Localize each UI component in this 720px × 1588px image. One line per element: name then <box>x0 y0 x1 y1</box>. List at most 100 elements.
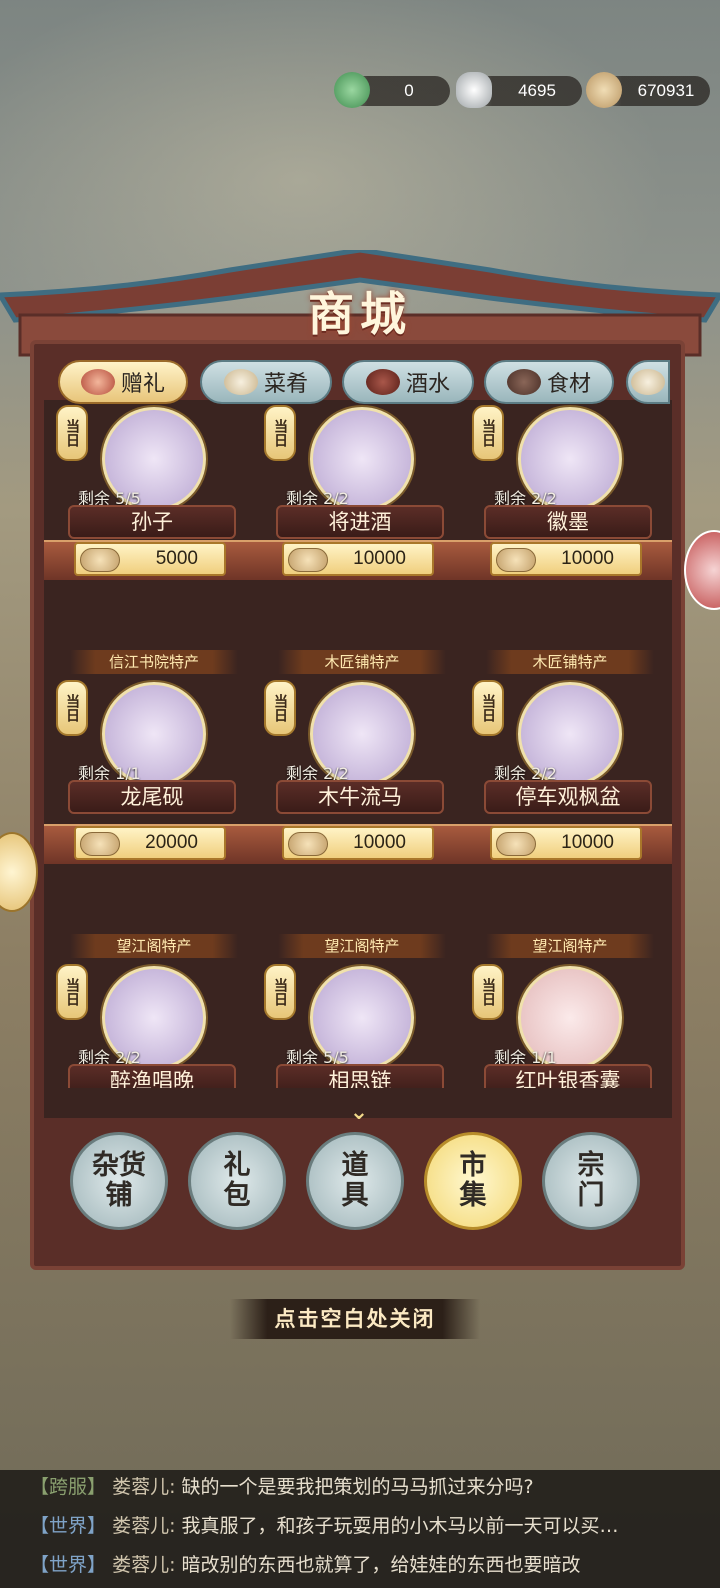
chat-user: 娄蓉儿: <box>112 1554 176 1576</box>
tab-ingredients[interactable]: 食材 <box>484 360 614 404</box>
specialty-label: 木匠铺特产 <box>278 650 446 674</box>
gift-box-icon <box>80 369 115 395</box>
row-3-clip: 望江阁特产 当日 剩余 2/2 醉渔唱晚 望江阁特产 当日 剩余 5/5 相思链… <box>44 930 672 1088</box>
nav-market[interactable]: 市集 <box>424 1132 522 1230</box>
shop-item[interactable]: 当日 剩余 2/2 徽墨 <box>466 405 666 565</box>
chat-message: 【世界】 娄蓉儿: 暗改别的东西也就算了，给娃娃的东西也要暗改 <box>30 1550 720 1580</box>
nav-sect[interactable]: 宗门 <box>542 1132 640 1230</box>
specialty-label: 望江阁特产 <box>70 934 238 958</box>
chat-text: 暗改别的东西也就算了，给娃娃的东西也要暗改 <box>181 1554 581 1576</box>
daily-badge: 当日 <box>56 964 88 1020</box>
item-name: 徽墨 <box>484 505 652 539</box>
item-name: 红叶银香囊 <box>484 1064 652 1088</box>
chat-message: 【跨服】 娄蓉儿: 缺的一个是要我把策划的马马抓过来分吗? <box>30 1472 720 1502</box>
pot-icon <box>506 369 541 395</box>
daily-badge: 当日 <box>472 964 504 1020</box>
coin-currency: 670931 <box>586 72 710 108</box>
daily-badge: 当日 <box>56 680 88 736</box>
shop-item[interactable]: 木匠铺特产 当日 剩余 2/2 停车观枫盆 <box>466 650 666 840</box>
tab-label: 菜肴 <box>263 372 308 397</box>
jade-value: 0 <box>404 81 414 100</box>
jade-currency[interactable]: 0 <box>334 72 450 108</box>
tab-dishes[interactable]: 菜肴 <box>200 360 332 404</box>
nav-gift-pack[interactable]: 礼包 <box>188 1132 286 1230</box>
daily-badge: 当日 <box>472 405 504 461</box>
price-value: 10000 <box>353 548 406 569</box>
copper-coin-icon <box>496 832 536 856</box>
price-button[interactable]: 10000 <box>490 542 642 576</box>
item-name: 孙子 <box>68 505 236 539</box>
price-button[interactable]: 20000 <box>74 826 226 860</box>
copper-coin-icon <box>288 548 328 572</box>
daily-badge: 当日 <box>264 680 296 736</box>
chat-channel: 【世界】 <box>30 1515 107 1537</box>
price-button[interactable]: 10000 <box>490 826 642 860</box>
chat-text: 我真服了，和孩子玩耍用的小木马以前一天可以买… <box>181 1515 619 1537</box>
shop-item[interactable]: 木匠铺特产 当日 剩余 2/2 木牛流马 <box>258 650 458 840</box>
shop-item[interactable]: 望江阁特产 当日 剩余 2/2 醉渔唱晚 <box>50 934 250 1088</box>
shop-item[interactable]: 信江书院特产 当日 剩余 1/1 龙尾砚 <box>50 650 250 840</box>
price-value: 5000 <box>155 548 198 569</box>
nav-label: 礼包 <box>223 1150 251 1211</box>
copper-coin-icon <box>80 832 120 856</box>
nav-grocery[interactable]: 杂货铺 <box>70 1132 168 1230</box>
specialty-label: 信江书院特产 <box>70 650 238 674</box>
shop-item[interactable]: 当日 剩余 2/2 将进酒 <box>258 405 458 565</box>
chat-user: 娄蓉儿: <box>112 1476 176 1498</box>
tab-more[interactable] <box>626 360 670 404</box>
nav-label: 宗门 <box>577 1150 605 1211</box>
item-name: 停车观枫盆 <box>484 780 652 814</box>
nav-props[interactable]: 道具 <box>306 1132 404 1230</box>
coin-value: 670931 <box>637 81 695 100</box>
item-name: 龙尾砚 <box>68 780 236 814</box>
nav-label: 杂货铺 <box>92 1150 146 1211</box>
nav-label: 市集 <box>459 1150 487 1211</box>
daily-badge: 当日 <box>264 964 296 1020</box>
tab-label: 食材 <box>546 372 591 397</box>
item-name: 将进酒 <box>276 505 444 539</box>
jade-fish-icon <box>334 72 370 108</box>
nav-label: 道具 <box>341 1150 369 1211</box>
shop-title: 商城 <box>308 287 412 341</box>
tab-label: 酒水 <box>405 372 450 397</box>
item-name: 相思链 <box>276 1064 444 1088</box>
price-button[interactable]: 10000 <box>282 826 434 860</box>
close-hint[interactable]: 点击空白处关闭 <box>230 1299 480 1339</box>
daily-badge: 当日 <box>472 680 504 736</box>
copper-coin-icon <box>586 72 622 108</box>
silver-value: 4695 <box>518 81 556 100</box>
item-name: 醉渔唱晚 <box>68 1064 236 1088</box>
price-button[interactable]: 10000 <box>282 542 434 576</box>
scroll-down-icon[interactable]: ⌄ <box>344 1100 374 1125</box>
price-value: 10000 <box>353 832 406 853</box>
shop-item[interactable]: 望江阁特产 当日 剩余 5/5 相思链 <box>258 934 458 1088</box>
shop-item[interactable]: 望江阁特产 当日 剩余 1/1 红叶银香囊 <box>466 934 666 1088</box>
price-value: 10000 <box>561 832 614 853</box>
item-name: 木牛流马 <box>276 780 444 814</box>
chat-message: 【世界】 娄蓉儿: 我真服了，和孩子玩耍用的小木马以前一天可以买… <box>30 1511 720 1541</box>
specialty-label: 望江阁特产 <box>486 934 654 958</box>
wine-jar-icon <box>365 369 400 395</box>
silver-currency: 4695 <box>456 72 582 108</box>
copper-coin-icon <box>288 832 328 856</box>
daily-badge: 当日 <box>56 405 88 461</box>
specialty-label: 木匠铺特产 <box>486 650 654 674</box>
chat-panel[interactable]: 【跨服】 娄蓉儿: 缺的一个是要我把策划的马马抓过来分吗? 【世界】 娄蓉儿: … <box>0 1470 720 1588</box>
price-button[interactable]: 5000 <box>74 542 226 576</box>
tab-label: 赠礼 <box>120 372 165 397</box>
silver-ingot-icon <box>456 72 492 108</box>
chat-channel: 【世界】 <box>30 1554 107 1576</box>
copper-coin-icon <box>496 548 536 572</box>
tab-gifts[interactable]: 赠礼 <box>58 360 188 404</box>
chat-channel: 【跨服】 <box>30 1476 107 1498</box>
chat-text: 缺的一个是要我把策划的马马抓过来分吗? <box>181 1476 534 1498</box>
daily-badge: 当日 <box>264 405 296 461</box>
copper-coin-icon <box>80 548 120 572</box>
specialty-label: 望江阁特产 <box>278 934 446 958</box>
price-value: 10000 <box>561 548 614 569</box>
dumpling-icon <box>223 369 258 395</box>
shop-item[interactable]: 当日 剩余 5/5 孙子 <box>50 405 250 565</box>
chat-user: 娄蓉儿: <box>112 1515 176 1537</box>
price-value: 20000 <box>145 832 198 853</box>
tab-drinks[interactable]: 酒水 <box>342 360 474 404</box>
